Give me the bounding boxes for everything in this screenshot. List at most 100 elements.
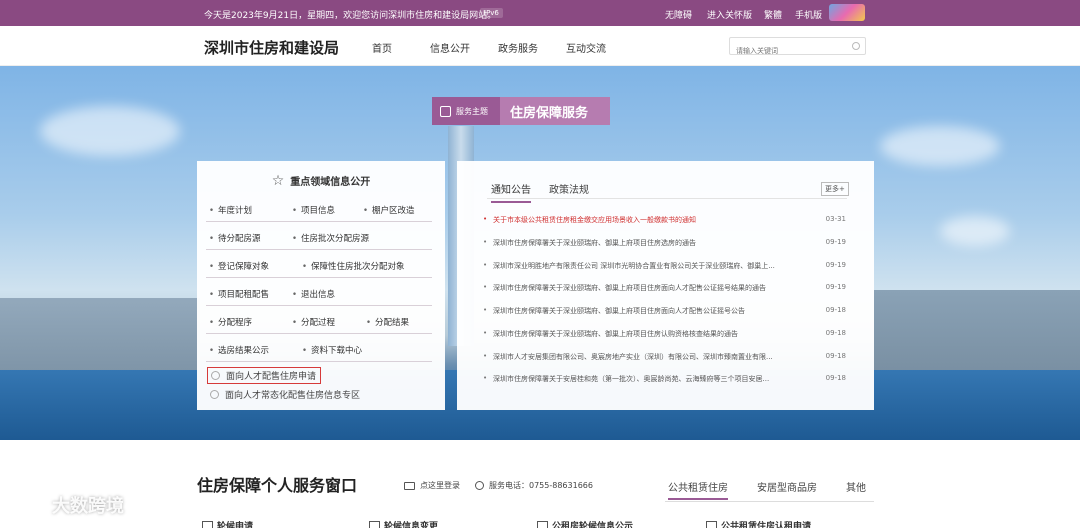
notice-title: 深圳市住房保障署关于深业颐瑞府、御巢上府项目住房面向人才配售公证摇号公告 [493,307,745,315]
phone-icon [475,481,484,490]
coin-icon [210,390,219,399]
service-phone-label: 服务电话：0755-88631666 [489,481,593,490]
notice-title: 深圳市住房保障署关于深业颐瑞府、御巢上府项目住房选房的通告 [493,239,696,247]
link-allocation-result[interactable]: 分配结果 [366,316,409,328]
city-skyline-right [874,290,1080,370]
accessibility-link[interactable]: 无障碍 [665,8,692,21]
tab-notices[interactable]: 通知公告 [491,181,531,203]
service-topic-label-box: 服务主题 [432,97,500,125]
notice-date: 09-18 [825,374,846,382]
link-annual-plan[interactable]: 年度计划 [209,204,252,216]
notice-date: 09-18 [825,352,846,360]
link-project-info[interactable]: 项目信息 [292,204,335,216]
notice-item[interactable]: • 深圳市住房保障署关于安居桂和苑（第一批次）、奥宸龄尚苑、云海臻府等三个项目安… [483,368,846,390]
city-skyline-left [0,298,200,370]
notice-item[interactable]: • 深圳市住房保障署关于深业颐瑞府、御巢上府项目住房认购资格核查结果的通告 09… [483,323,846,345]
notice-item[interactable]: • 关于市本级公共租赁住房租金缴交应用场景收入一般缴款书的通知 03-31 [483,209,846,231]
key-info-row: 待分配房源 住房批次分配房源 [206,222,432,250]
bullet: • [483,329,488,337]
nav-home[interactable]: 首页 [372,40,392,55]
notice-date: 09-18 [825,306,846,314]
key-info-row: 分配程序 分配过程 分配结果 [206,306,432,334]
ipv6-badge: IPv6 [480,8,503,18]
link-batch-housing[interactable]: 住房批次分配房源 [292,232,369,244]
link-allocation-procedure[interactable]: 分配程序 [209,316,252,328]
link-shantytown-renovation[interactable]: 棚户区改造 [363,204,415,216]
watermark: 大数跨境 [6,492,124,518]
nav-interaction[interactable]: 互动交流 [566,40,606,55]
service-item-label: 轮候申请 [217,522,254,528]
talent-housing-zone-link[interactable]: 面向人才常态化配售住房信息专区 [210,388,360,401]
service-phone: 服务电话：0755-88631666 [475,480,593,491]
nav-info-disclosure[interactable]: 信息公开 [430,40,470,55]
notice-item[interactable]: • 深圳市住房保障署关于深业颐瑞府、御巢上府项目住房面向人才配售公证摇号结果的通… [483,277,846,299]
site-header: 深圳市住房和建设局 首页 信息公开 政务服务 互动交流 [0,26,1080,66]
care-mode-link[interactable]: 进入关怀版 [707,8,752,21]
notice-date: 09-19 [825,283,846,291]
link-download-center[interactable]: 资料下载中心 [302,344,362,356]
service-item[interactable]: 轮候申请 [202,519,253,528]
notices-panel: 通知公告 政策法规 更多+ • 关于市本级公共租赁住房租金缴交应用场景收入一般缴… [457,161,874,410]
mobile-version-link[interactable]: 手机版 [795,8,822,21]
talent-housing-application-link[interactable]: 面向人才配售住房申请 [207,367,322,384]
document-icon [202,520,213,528]
key-info-row: 项目配租配售 退出信息 [206,278,432,306]
key-info-panel: ☆ 重点领域信息公开 年度计划 项目信息 棚户区改造 待分配房源 住房批次分配房源… [197,161,445,410]
service-topic-tag: 服务主题 住房保障服务 [432,97,610,125]
search-input[interactable] [730,43,845,60]
more-button[interactable]: 更多+ [821,182,849,196]
tab-divider [487,198,847,199]
star-icon: ☆ [271,173,285,189]
service-item-label: 公共租赁住房认租申请 [721,522,812,528]
document-icon [706,520,717,528]
tab-public-rental[interactable]: 公共租赁住房 [668,479,728,500]
link-allocation-process[interactable]: 分配过程 [292,316,335,328]
service-item-label: 公租房轮候信息公示 [552,522,634,528]
service-item[interactable]: 轮候信息变更 [369,519,438,528]
link-registered-recipients[interactable]: 登记保障对象 [209,260,269,272]
login-label: 点这里登录 [420,481,460,490]
key-info-title: 重点领域信息公开 [290,177,371,188]
bullet: • [483,238,488,246]
bullet: • [483,283,488,291]
service-item[interactable]: 公租房轮候信息公示 [537,519,633,528]
tab-affordable-housing[interactable]: 安居型商品房 [757,479,817,494]
bullet: • [483,215,488,223]
notice-item[interactable]: • 深圳市深业明胜地产有限责任公司 深圳市光明协合置业有限公司关于深业颐瑞府、御… [483,255,846,277]
notice-date: 09-19 [825,238,846,246]
notice-item[interactable]: • 深圳市住房保障署关于深业颐瑞府、御巢上府项目住房面向人才配售公证摇号公告 0… [483,300,846,322]
key-info-row: 选房结果公示 资料下载中心 [206,334,432,362]
watermark-text: 大数跨境 [52,496,124,517]
section-title: 住房保障个人服务窗口 [197,476,358,495]
nav-government-services[interactable]: 政务服务 [498,40,538,55]
cloud-decoration [880,126,1000,166]
link-rental-sale[interactable]: 项目配租配售 [209,288,269,300]
tab-other[interactable]: 其他 [846,479,866,494]
key-info-row: 年度计划 项目信息 棚户区改造 [206,194,432,222]
talent-housing-application-label: 面向人才配售住房申请 [226,372,317,382]
tab-policies[interactable]: 政策法规 [549,181,589,196]
service-item-label: 轮候信息变更 [384,522,439,528]
top-bar: 今天是2023年9月21日，星期四，欢迎您访问深圳市住房和建设局网站。 IPv6… [0,0,1080,26]
notice-date: 09-19 [825,261,846,269]
link-pending-housing[interactable]: 待分配房源 [209,232,261,244]
notice-title: 深圳市住房保障署关于深业颐瑞府、御巢上府项目住房面向人才配售公证摇号结果的通告 [493,284,766,292]
event-banner-icon[interactable] [829,4,865,21]
bullet: • [483,261,488,269]
notice-title: 深圳市人才安居集团有限公司、奥宸房地产实业（深圳）有限公司、深圳市臻南置业有限.… [493,353,773,361]
service-topic-title: 住房保障服务 [500,97,610,125]
document-icon [537,520,548,528]
site-logo[interactable]: 深圳市住房和建设局 [204,37,339,58]
link-exit-info[interactable]: 退出信息 [292,288,335,300]
personal-service-section: 住房保障个人服务窗口 点这里登录 服务电话：0755-88631666 公共租赁… [0,440,1080,528]
link-batch-recipients[interactable]: 保障性住房批次分配对象 [302,260,405,272]
tab-divider [665,501,874,502]
link-selection-results[interactable]: 选房结果公示 [209,344,269,356]
search-icon[interactable] [852,42,860,50]
document-icon [369,520,380,528]
traditional-chinese-link[interactable]: 繁體 [764,8,782,21]
service-item[interactable]: 公共租赁住房认租申请 [706,519,811,528]
notice-item[interactable]: • 深圳市住房保障署关于深业颐瑞府、御巢上府项目住房选房的通告 09-19 [483,232,846,254]
notice-item[interactable]: • 深圳市人才安居集团有限公司、奥宸房地产实业（深圳）有限公司、深圳市臻南置业有… [483,346,846,368]
login-link[interactable]: 点这里登录 [404,480,460,491]
